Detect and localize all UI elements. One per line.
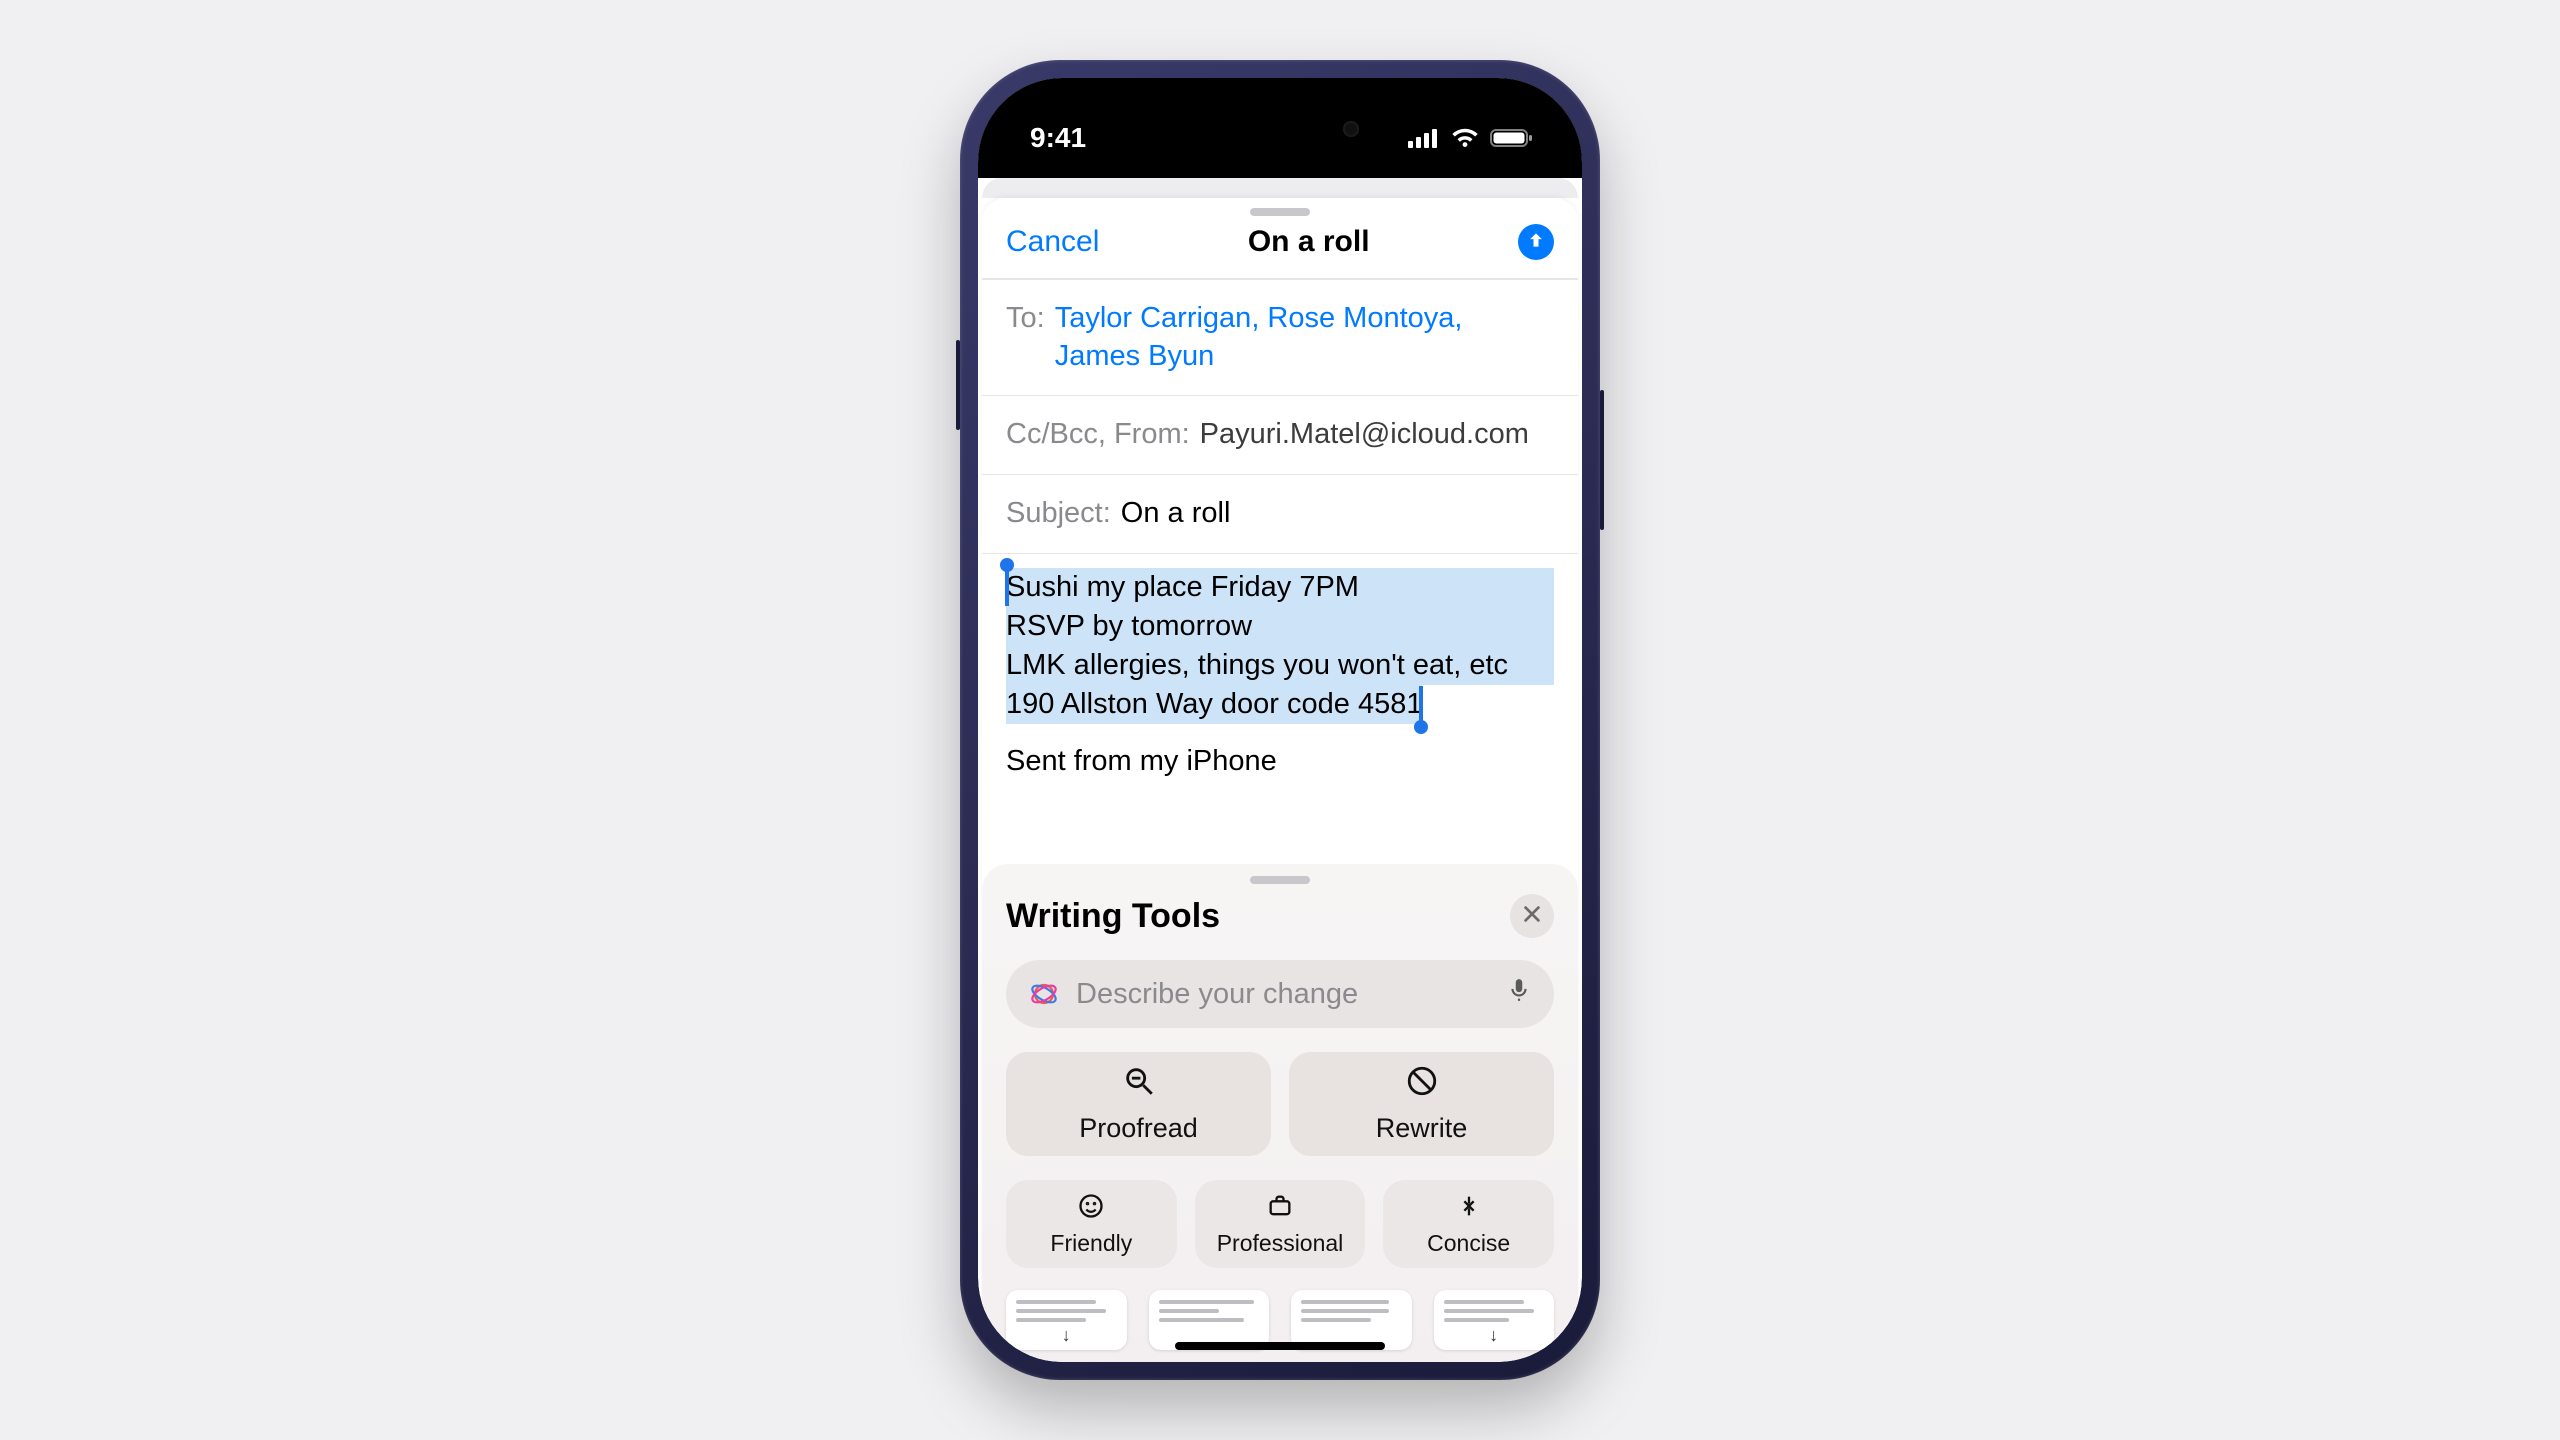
- cellular-icon: [1408, 128, 1440, 148]
- concise-button[interactable]: Concise: [1383, 1180, 1554, 1268]
- proofread-icon: [1122, 1064, 1156, 1105]
- writing-tools-title: Writing Tools: [1006, 897, 1220, 936]
- phone-frame: 9:41: [960, 60, 1600, 1380]
- close-button[interactable]: [1510, 894, 1554, 938]
- format-card-3[interactable]: [1291, 1290, 1412, 1350]
- compose-title: On a roll: [1248, 225, 1370, 259]
- chevron-down-icon: ↓: [1062, 1325, 1071, 1346]
- format-card-4[interactable]: ↓: [1434, 1290, 1555, 1350]
- text-selection[interactable]: Sushi my place Friday 7PM RSVP by tomorr…: [1006, 568, 1554, 725]
- rewrite-icon: [1405, 1064, 1439, 1105]
- body-line-4: 190 Allston Way door code 4581: [1006, 685, 1422, 724]
- home-indicator[interactable]: [1175, 1342, 1385, 1350]
- format-card-2[interactable]: [1149, 1290, 1270, 1350]
- close-icon: [1521, 903, 1543, 930]
- writing-tools-grabber[interactable]: [1250, 876, 1310, 884]
- compose-grabber[interactable]: [1250, 208, 1310, 216]
- subject-field-row[interactable]: Subject: On a roll: [982, 474, 1578, 553]
- concise-label: Concise: [1427, 1230, 1510, 1257]
- selection-end-caret: [1419, 686, 1423, 724]
- phone-bezel: 9:41: [978, 78, 1582, 1362]
- writing-tools-sheet: Writing Tools Describe your c: [982, 864, 1578, 1362]
- format-card-1[interactable]: ↓: [1006, 1290, 1127, 1350]
- briefcase-icon: [1266, 1192, 1294, 1226]
- arrow-up-icon: [1526, 230, 1546, 255]
- to-recipients[interactable]: Taylor Carrigan, Rose Montoya, James Byu…: [1055, 300, 1554, 375]
- status-right: [1408, 127, 1534, 149]
- proofread-button[interactable]: Proofread: [1006, 1052, 1271, 1156]
- body-line-1: Sushi my place Friday 7PM: [1006, 568, 1554, 607]
- smiley-icon: [1077, 1192, 1105, 1226]
- friendly-label: Friendly: [1050, 1230, 1132, 1257]
- signature-line: Sent from my iPhone: [1006, 742, 1554, 781]
- body-line-3: LMK allergies, things you won't eat, etc: [1006, 646, 1554, 685]
- wifi-icon: [1450, 127, 1480, 149]
- ccbcc-field-row[interactable]: Cc/Bcc, From: Payuri.Matel@icloud.com: [982, 395, 1578, 474]
- professional-label: Professional: [1217, 1230, 1344, 1257]
- describe-change-input[interactable]: Describe your change: [1006, 960, 1554, 1028]
- chevron-down-icon: ↓: [1489, 1325, 1498, 1346]
- dictation-button[interactable]: [1506, 977, 1532, 1011]
- rewrite-button[interactable]: Rewrite: [1289, 1052, 1554, 1156]
- subject-label: Subject:: [1006, 495, 1111, 533]
- concise-icon: [1455, 1192, 1483, 1226]
- battery-icon: [1490, 127, 1534, 149]
- background-sheet-peek: [982, 178, 1578, 198]
- compose-body[interactable]: Sushi my place Friday 7PM RSVP by tomorr…: [982, 553, 1578, 864]
- ccbcc-label: Cc/Bcc, From:: [1006, 416, 1190, 454]
- selection-end-handle[interactable]: [1414, 720, 1428, 734]
- describe-change-placeholder: Describe your change: [1076, 978, 1490, 1011]
- proofread-label: Proofread: [1079, 1113, 1198, 1144]
- apple-intelligence-icon: [1028, 978, 1060, 1010]
- compose-sheet: Cancel On a roll To: Taylor Carrigan, Ro…: [982, 198, 1578, 1362]
- cancel-button[interactable]: Cancel: [1006, 225, 1099, 259]
- to-label: To:: [1006, 300, 1045, 338]
- professional-button[interactable]: Professional: [1195, 1180, 1366, 1268]
- subject-value[interactable]: On a roll: [1121, 495, 1554, 533]
- phone-screen: 9:41: [978, 78, 1582, 1362]
- rewrite-label: Rewrite: [1376, 1113, 1468, 1144]
- to-field-row[interactable]: To: Taylor Carrigan, Rose Montoya, James…: [982, 278, 1578, 395]
- from-address[interactable]: Payuri.Matel@icloud.com: [1200, 416, 1554, 454]
- friendly-button[interactable]: Friendly: [1006, 1180, 1177, 1268]
- compose-nav-bar: Cancel On a roll: [982, 220, 1578, 278]
- send-button[interactable]: [1518, 224, 1554, 260]
- status-time: 9:41: [1030, 122, 1086, 154]
- body-line-2: RSVP by tomorrow: [1006, 607, 1554, 646]
- dynamic-island: [1185, 102, 1375, 156]
- selection-start-caret: [1005, 568, 1009, 606]
- microphone-icon: [1506, 978, 1532, 1010]
